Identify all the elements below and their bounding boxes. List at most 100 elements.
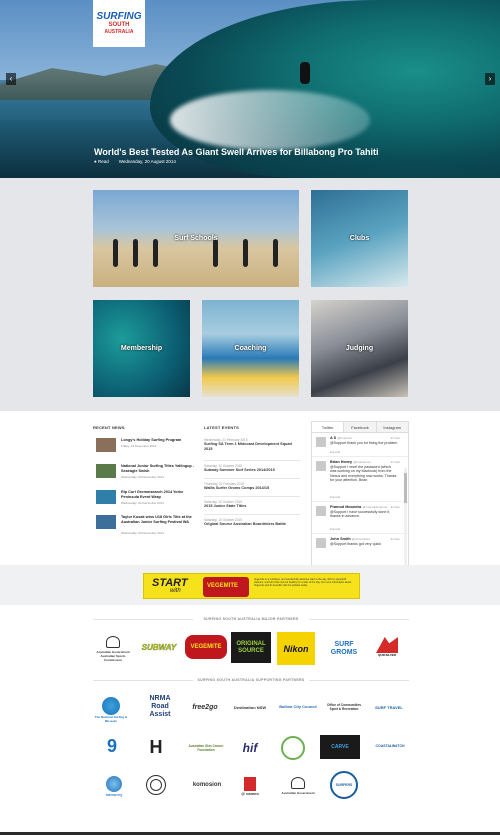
slider-next-arrow-icon[interactable]: › — [485, 73, 495, 85]
slider-prev-arrow-icon[interactable]: ‹ — [6, 73, 16, 85]
event-item[interactable]: Thursday, 21 February 2015 Wallis Surfer… — [204, 482, 300, 491]
hero-meta: ● Read Wednesday, 20 August 2014 — [94, 159, 176, 164]
flag-icon — [244, 776, 256, 791]
partners-section: SURFING SOUTH AUSTRALIA MAJOR PARTNERS A… — [0, 605, 500, 835]
tweet-expand-link[interactable]: Expand — [330, 495, 340, 499]
partner-logo-free2go[interactable]: free2go — [186, 695, 224, 719]
partner-logo-australian-government[interactable]: Australian Government Australian Sports … — [93, 631, 133, 667]
avatar — [316, 506, 326, 516]
event-item[interactable]: Wednesday, 21 February 2015 Surfing SA T… — [204, 438, 300, 452]
vegemite-banner[interactable]: START with VEGEMITE Vegemite is a nutrit… — [143, 573, 360, 599]
tweet[interactable]: A S @fourpoint 31 Dec @Support thank you… — [312, 433, 408, 457]
hero-wave-lip — [170, 90, 370, 150]
hero-date: Wednesday, 20 August 2014 — [118, 159, 176, 164]
partner-logo-circle-brand[interactable] — [144, 773, 168, 797]
tile-clubs[interactable]: Clubs — [311, 190, 408, 287]
tile-label: Clubs — [349, 235, 370, 242]
hero-slider[interactable]: SURFING SOUTH AUSTRALIA ‹ › World's Best… — [0, 0, 500, 178]
partner-logo-destination-nsw[interactable]: Destination NSW — [230, 699, 270, 715]
event-title: Surfing SA Term 1 Midcoast Development S… — [204, 442, 292, 451]
read-link[interactable]: ● Read — [94, 159, 109, 164]
divider — [204, 514, 300, 515]
event-title: 2015 Junior State Titles — [204, 504, 247, 508]
partner-text: Destination NSW — [233, 704, 267, 710]
tweet-date: 31 Dec — [390, 436, 400, 440]
tweet-text: @Support thanks got very quick — [330, 542, 381, 546]
tweet[interactable]: Brian Hovey @brianhovey 31 Dec @Support … — [312, 457, 408, 502]
tab-instagram[interactable]: Instagram — [376, 422, 408, 432]
partner-logo-vegemite[interactable]: VEGEMITE — [185, 635, 227, 659]
news-date: Wednesday, 03 December 2014 — [121, 475, 164, 479]
tweet-expand-link[interactable]: Expand — [330, 450, 340, 454]
partner-text: CARVE — [331, 744, 349, 750]
tweet-author: Brian Hovey @brianhovey — [330, 460, 371, 464]
partner-logo-office-of-communities[interactable]: Office of Communities Sport & Recreation — [324, 697, 364, 717]
news-item[interactable]: Taylor Kusak wins U18 Girls Title at the… — [93, 515, 193, 535]
sports-figure-icon — [281, 736, 305, 760]
tweet-name: Pramod Moondra — [330, 505, 362, 509]
partner-logo-city-council[interactable]: Ballina City Council — [278, 695, 318, 717]
partner-logo-hamurey[interactable]: hamurey — [96, 770, 132, 802]
page: SURFING SOUTH AUSTRALIA ‹ › World's Best… — [0, 0, 500, 835]
social-widget: Twitter Facebook Instagram A S @fourpoin… — [311, 421, 409, 578]
partner-text: SURF GROMS — [330, 640, 358, 656]
quiksilver-wave-icon — [376, 637, 398, 653]
partner-logo-surf-travel[interactable]: SURF TRAVEL — [370, 701, 408, 713]
logo-line-2: SOUTH — [108, 22, 130, 28]
partner-logo-hif[interactable]: hif — [232, 735, 268, 761]
event-item[interactable]: Saturday, 10 October 2015 Original Sourc… — [204, 518, 300, 527]
partner-text: Office of Communities Sport & Recreation — [326, 703, 361, 711]
tweet-expand-link[interactable]: Expand — [330, 527, 340, 531]
hero-surfer — [300, 62, 310, 84]
event-item[interactable]: Saturday, 10 October 2015 Subway Summer … — [204, 464, 300, 473]
news-item[interactable]: Rip Curl Grommsearch 2014 Yorke Peninsul… — [93, 490, 193, 510]
news-item[interactable]: Longy's Holiday Surfing Program Friday, … — [93, 438, 193, 458]
partner-logo-channel-9[interactable]: 9 — [96, 735, 128, 757]
partner-logo-nrma[interactable]: NRMA Road Assist — [140, 693, 180, 721]
tile-judging[interactable]: Judging — [311, 300, 408, 397]
partner-text: free2go — [192, 703, 218, 711]
tweet-name: John Smith — [330, 537, 351, 541]
partner-text: QUIKSILVER — [377, 653, 397, 657]
tile-surf-schools[interactable]: Surf Schools — [93, 190, 299, 287]
partner-logo-coastalwatch[interactable]: COASTALWATCH — [370, 741, 410, 751]
partner-logo-cameo[interactable]: @ cameo — [232, 771, 268, 801]
partner-logo-skin-cancer[interactable]: Australian Skin Cancer Foundation — [186, 737, 226, 759]
partner-logo-surf-groms[interactable]: SURF GROMS — [323, 632, 365, 665]
partner-logo-quiksilver[interactable]: QUIKSILVER — [372, 633, 402, 661]
news-title: Taylor Kusak wins U18 Girls Title at the… — [121, 515, 192, 524]
tab-facebook[interactable]: Facebook — [344, 422, 377, 432]
event-title: Subway Summer Surf Series 2014/2015 — [204, 468, 275, 472]
news-date: Wednesday, 03 December 2014 — [121, 501, 164, 505]
partner-logo-hurley[interactable]: H — [144, 735, 168, 759]
major-partners-heading: SURFING SOUTH AUSTRALIA MAJOR PARTNERS — [93, 617, 409, 621]
partner-text: Australian Government — [281, 791, 315, 795]
figure — [153, 239, 158, 267]
partner-logo-subway[interactable]: SUBWAY — [139, 639, 179, 655]
news-item[interactable]: National Junior Surfing Titles Yallingup… — [93, 464, 194, 484]
partner-logo-carve[interactable]: CARVE — [320, 735, 360, 759]
partner-logo-komosion[interactable]: komosion — [186, 777, 228, 793]
event-title: Original Source Australian Boardriders B… — [204, 522, 286, 526]
partner-logo-sports[interactable] — [278, 733, 308, 763]
partner-logo-government-crest[interactable]: Australian Government — [278, 771, 318, 801]
banner-copy: Vegemite is a nutritious, and wonderfull… — [254, 578, 352, 588]
news-title: Longy's Holiday Surfing Program — [121, 438, 182, 442]
tweet[interactable]: Pramod Moondra @moondrapramod 31 Dec @Su… — [312, 502, 408, 534]
event-item[interactable]: Saturday, 10 October 2015 2015 Junior St… — [204, 500, 300, 509]
tab-twitter[interactable]: Twitter — [312, 422, 345, 432]
tile-coaching[interactable]: Coaching — [202, 300, 299, 397]
partner-logo-nikon[interactable]: Nikon — [277, 632, 315, 665]
tile-membership[interactable]: Membership — [93, 300, 190, 397]
partner-logo-national-surf-museum[interactable]: The National Surfing & Museum — [93, 690, 129, 730]
site-logo[interactable]: SURFING SOUTH AUSTRALIA — [93, 0, 145, 47]
social-tabs: Twitter Facebook Instagram — [312, 422, 408, 433]
scrollbar-thumb[interactable] — [404, 473, 407, 503]
social-scrollbar[interactable] — [404, 468, 407, 578]
partner-logo-surfers-club[interactable]: SURFERS — [328, 769, 360, 801]
vegemite-jar-logo: VEGEMITE — [202, 576, 250, 598]
tweet-date: 31 Dec — [390, 537, 400, 541]
partner-text: hif — [242, 741, 258, 755]
hero-title[interactable]: World's Best Tested As Giant Swell Arriv… — [94, 147, 379, 157]
partner-logo-original-source[interactable]: ORIGINAL SOURCE — [231, 632, 271, 663]
